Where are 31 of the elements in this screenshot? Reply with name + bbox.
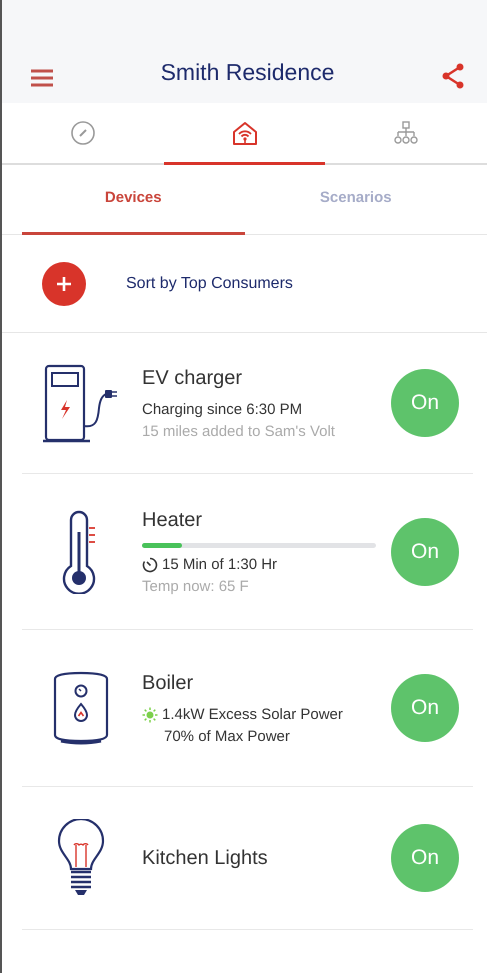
light-bulb-icon xyxy=(55,819,107,897)
status-text: Temp now: 65 F xyxy=(142,577,250,597)
power-toggle[interactable]: On xyxy=(391,824,459,892)
home-icon xyxy=(230,120,258,146)
status-text: 1.4kW Excess Solar Power xyxy=(162,704,343,724)
power-toggle[interactable]: On xyxy=(391,518,459,586)
share-icon xyxy=(440,63,465,89)
power-toggle[interactable]: On xyxy=(391,674,459,742)
device-name: Kitchen Lights xyxy=(142,846,269,871)
status-text: Charging since 6:30 PM xyxy=(142,400,304,420)
sub-tab[interactable]: Devices xyxy=(22,165,244,235)
sub-tab[interactable]: Scenarios xyxy=(244,165,467,235)
sun-icon xyxy=(142,706,158,723)
device-name: Heater xyxy=(142,508,204,532)
add-button[interactable] xyxy=(42,262,86,306)
ev-charger-icon xyxy=(42,362,120,444)
device-name: Boiler xyxy=(142,670,194,696)
status-text: 15 Min of 1:30 Hr xyxy=(162,554,278,574)
menu-icon xyxy=(30,68,54,87)
status-text: 15 miles added to Sam's Volt xyxy=(142,422,336,442)
sort-link[interactable]: Sort by Top Consumers xyxy=(126,272,293,296)
status-text: 70% of Max Power xyxy=(163,727,291,747)
window-title: Smith Residence xyxy=(160,58,334,86)
timer-icon xyxy=(142,556,158,573)
plus-icon xyxy=(55,274,73,292)
water-heater-icon xyxy=(51,671,111,745)
device-name: EV charger xyxy=(142,366,244,390)
power-toggle[interactable]: On xyxy=(391,369,459,437)
network-icon xyxy=(392,120,420,146)
gauge-icon xyxy=(70,120,96,146)
share-button[interactable] xyxy=(440,63,465,89)
